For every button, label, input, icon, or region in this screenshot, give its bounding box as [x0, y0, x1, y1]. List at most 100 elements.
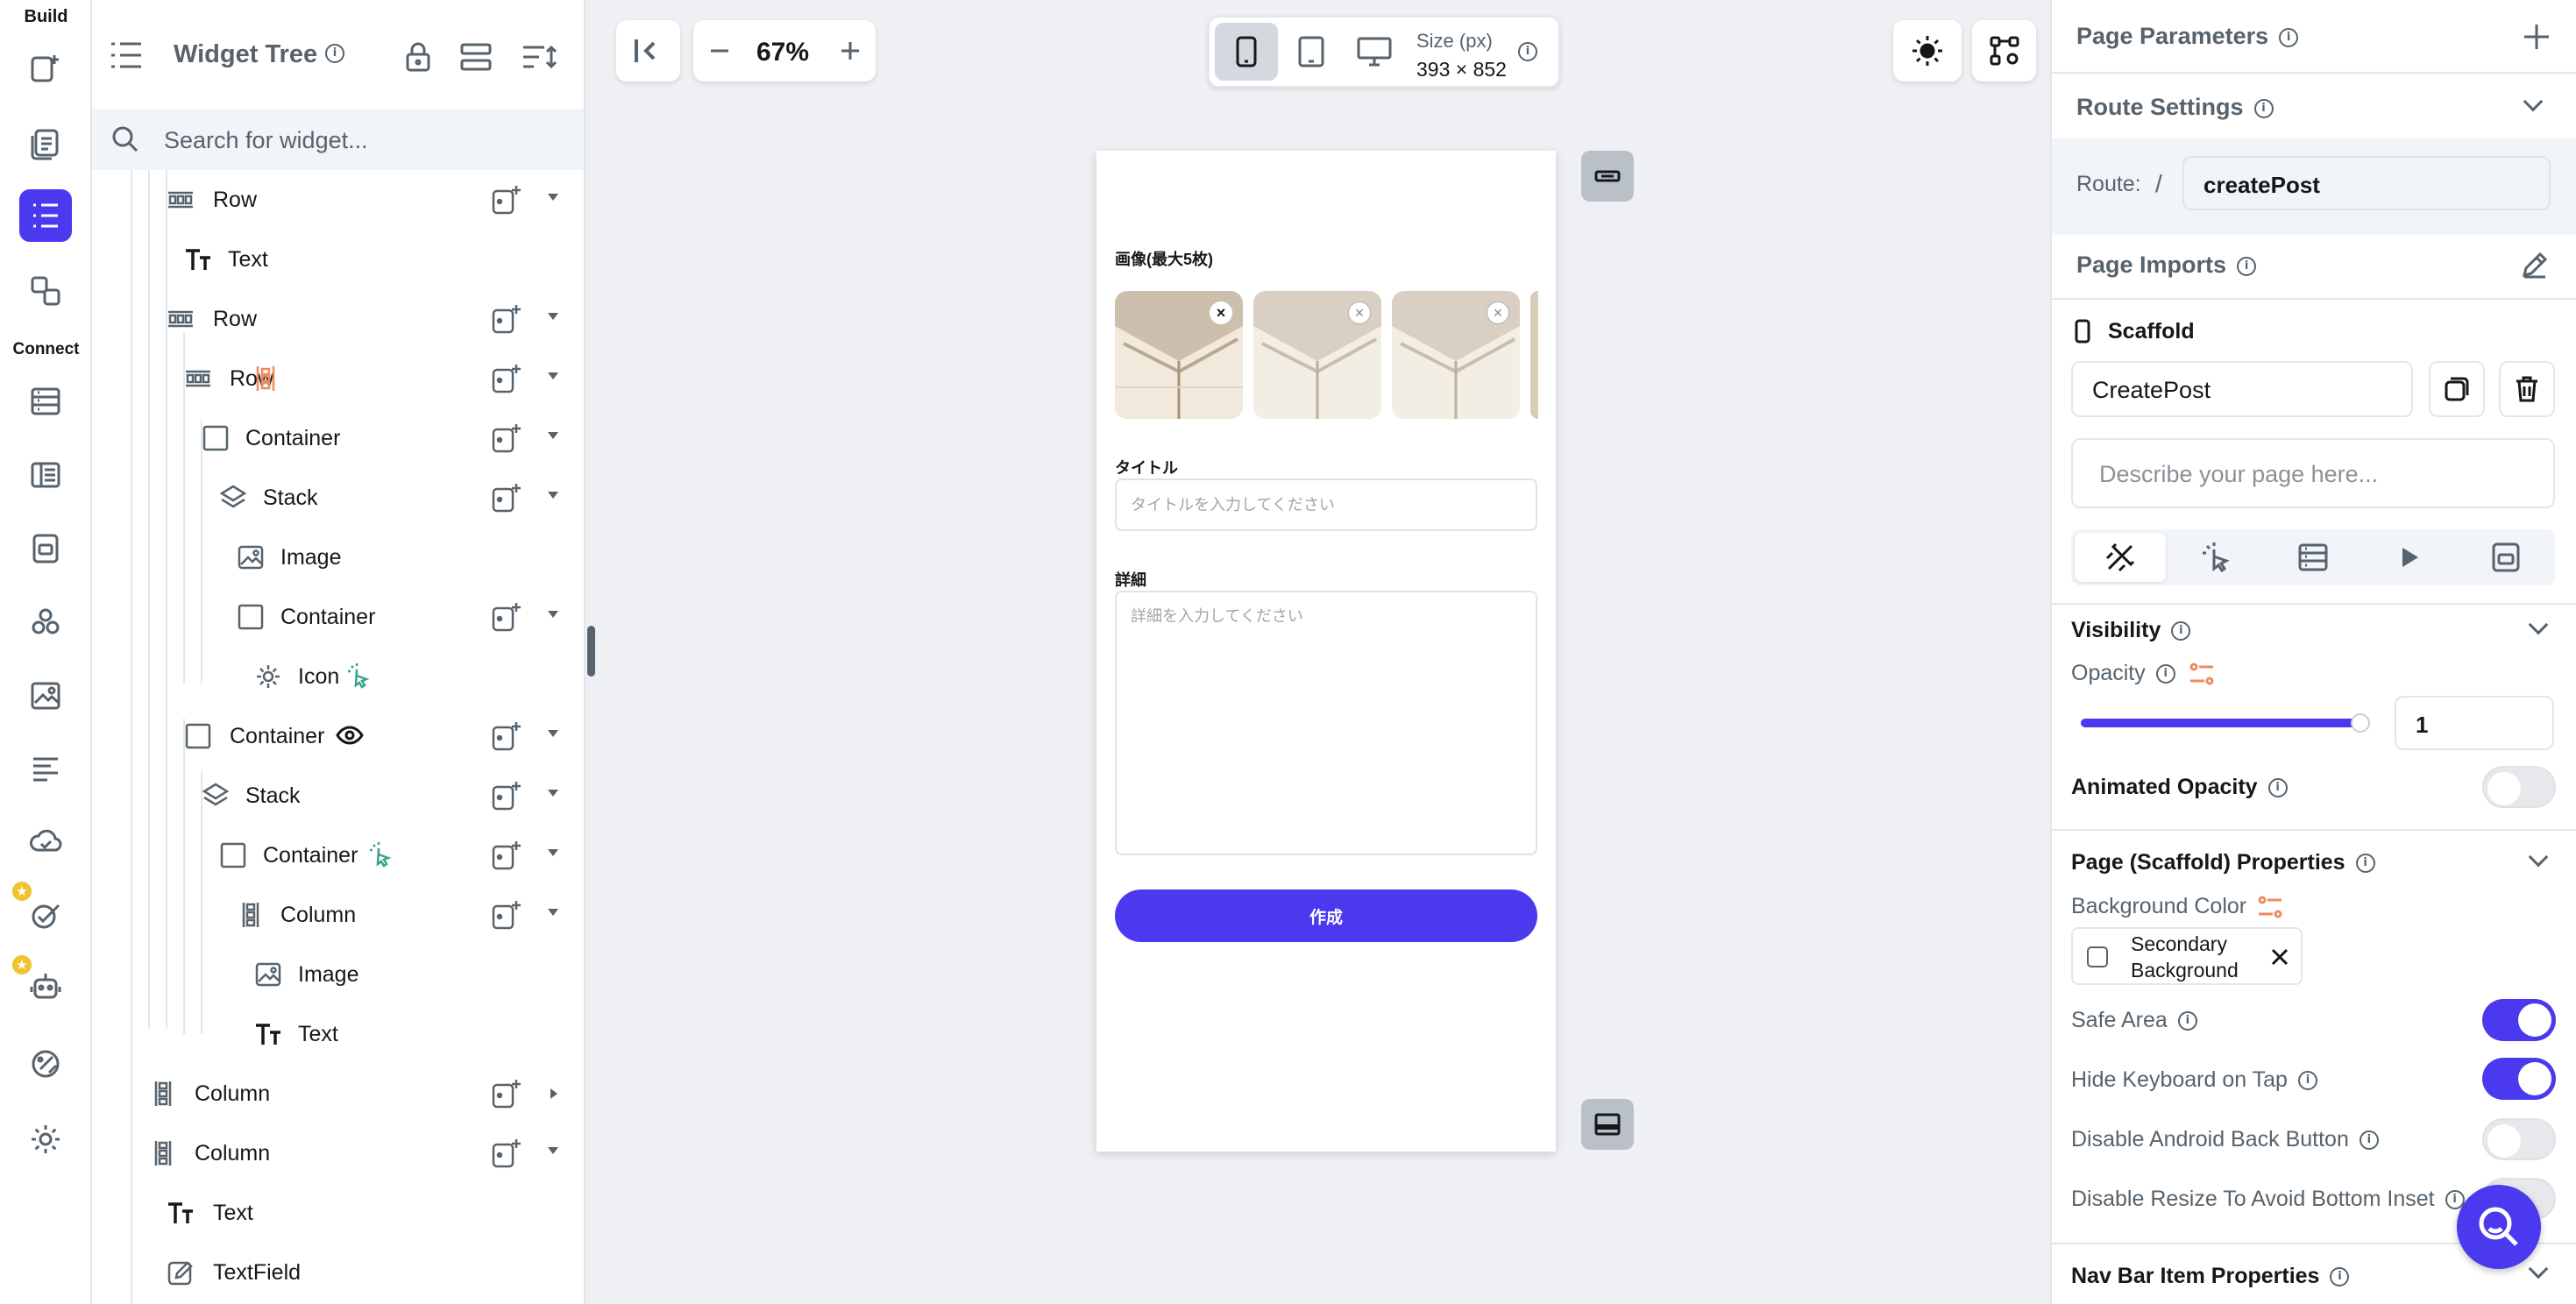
- collapse-caret-icon[interactable]: [548, 432, 558, 439]
- tree-row-stack[interactable]: Stack: [92, 768, 584, 824]
- opacity-slider-handle[interactable]: [2351, 713, 2370, 733]
- add-page-icon[interactable]: [19, 42, 72, 95]
- tree-row-image[interactable]: Image: [92, 946, 584, 1003]
- action-trigger-icon[interactable]: [368, 841, 394, 868]
- image-thumbnail[interactable]: ×: [1253, 291, 1381, 419]
- add-child-widget-icon[interactable]: [491, 422, 522, 454]
- zoom-out-icon[interactable]: [707, 39, 732, 63]
- tree-scrollbar[interactable]: [587, 626, 595, 677]
- info-icon[interactable]: i: [2279, 27, 2299, 47]
- tree-row-row[interactable]: Row: [92, 291, 584, 347]
- remove-image-icon[interactable]: ×: [1210, 301, 1232, 324]
- add-child-widget-icon[interactable]: [491, 720, 522, 752]
- app-bar-toggle-icon[interactable]: [1581, 151, 1634, 202]
- column-warning-icon[interactable]: [254, 365, 277, 393]
- nav-bar-toggle-icon[interactable]: [1581, 1099, 1634, 1150]
- collapse-panel-button[interactable]: [616, 20, 680, 82]
- settings-gear-icon[interactable]: [19, 1113, 72, 1166]
- tree-row-text[interactable]: Text: [92, 1185, 584, 1241]
- widget-search-bar[interactable]: Search for widget...: [92, 109, 584, 170]
- duplicate-page-button[interactable]: [2429, 361, 2485, 417]
- tree-row-column[interactable]: Column: [92, 887, 584, 943]
- tree-row-container[interactable]: Container: [92, 410, 584, 466]
- collapse-caret-icon[interactable]: [548, 909, 558, 916]
- page-name-input[interactable]: CreatePost: [2071, 361, 2413, 417]
- zoom-in-icon[interactable]: [838, 39, 862, 63]
- tab-animations[interactable]: [2364, 533, 2455, 582]
- info-icon[interactable]: i: [325, 44, 344, 63]
- desktop-device-button[interactable]: [1343, 23, 1406, 81]
- detail-input[interactable]: 詳細を入力してください: [1115, 591, 1537, 855]
- help-search-button[interactable]: [2457, 1185, 2541, 1269]
- collapse-caret-icon[interactable]: [548, 313, 558, 320]
- page-description-input[interactable]: Describe your page here...: [2071, 438, 2555, 508]
- theme-icon[interactable]: [19, 743, 72, 796]
- image-thumbnail[interactable]: ×: [1115, 291, 1243, 419]
- remove-image-icon[interactable]: ×: [1348, 301, 1371, 324]
- delete-page-button[interactable]: [2499, 361, 2555, 417]
- add-child-widget-icon[interactable]: [491, 184, 522, 216]
- add-child-widget-icon[interactable]: [491, 840, 522, 871]
- add-child-widget-icon[interactable]: [491, 1137, 522, 1169]
- disable-back-toggle[interactable]: [2482, 1118, 2556, 1160]
- add-parameter-icon[interactable]: [2523, 23, 2551, 51]
- info-icon[interactable]: i: [2155, 664, 2175, 684]
- collapse-caret-icon[interactable]: [548, 730, 558, 737]
- variable-binding-icon[interactable]: [2257, 895, 2283, 919]
- tree-row-icon[interactable]: Icon: [92, 648, 584, 705]
- collapse-caret-icon[interactable]: [548, 372, 558, 379]
- add-child-widget-icon[interactable]: [491, 899, 522, 931]
- image-thumbnail[interactable]: ×: [1392, 291, 1520, 419]
- background-color-picker[interactable]: Secondary Background: [2071, 927, 2303, 985]
- collapse-caret-icon[interactable]: [548, 1147, 558, 1154]
- animated-opacity-toggle[interactable]: [2482, 766, 2556, 808]
- title-input[interactable]: タイトルを入力してください: [1115, 478, 1537, 531]
- visibility-eye-icon[interactable]: [336, 722, 364, 748]
- info-icon[interactable]: i: [2237, 256, 2257, 276]
- media-icon[interactable]: [19, 670, 72, 722]
- sort-options-icon[interactable]: [522, 44, 558, 70]
- add-child-widget-icon[interactable]: [491, 780, 522, 811]
- add-child-widget-icon[interactable]: [491, 303, 522, 335]
- tree-row-stack[interactable]: Stack: [92, 470, 584, 526]
- edit-pencil-icon[interactable]: [2521, 251, 2549, 279]
- tab-properties[interactable]: [2075, 533, 2166, 582]
- light-mode-button[interactable]: [1893, 20, 1962, 82]
- info-icon[interactable]: i: [2359, 1130, 2379, 1151]
- tree-row-textfield[interactable]: TextField: [92, 1244, 584, 1300]
- assets-icon[interactable]: [19, 522, 72, 575]
- tab-backend-query[interactable]: [2267, 533, 2359, 582]
- tablet-device-button[interactable]: [1280, 23, 1343, 81]
- clear-color-icon[interactable]: [2271, 948, 2289, 966]
- collapse-caret-icon[interactable]: [548, 492, 558, 499]
- widget-tree-icon[interactable]: [19, 189, 72, 242]
- collapse-caret-icon[interactable]: [548, 611, 558, 618]
- remove-image-icon[interactable]: ×: [1487, 301, 1509, 324]
- expand-caret-icon[interactable]: [550, 1088, 557, 1099]
- info-icon[interactable]: i: [2330, 1267, 2350, 1287]
- lock-icon[interactable]: [405, 42, 431, 72]
- tree-row-container[interactable]: Container: [92, 589, 584, 645]
- add-child-widget-icon[interactable]: [491, 482, 522, 514]
- tree-row-image[interactable]: Image: [92, 529, 584, 585]
- add-child-widget-icon[interactable]: [491, 363, 522, 394]
- tree-row-column[interactable]: Column: [92, 1066, 584, 1122]
- collapse-all-icon[interactable]: [460, 42, 492, 72]
- tree-row-container[interactable]: Container: [92, 708, 584, 764]
- info-icon[interactable]: i: [2253, 98, 2274, 118]
- collapse-caret-icon[interactable]: [548, 194, 558, 201]
- database-icon[interactable]: [19, 375, 72, 428]
- create-button[interactable]: 作成: [1115, 889, 1537, 942]
- variable-binding-icon[interactable]: [2189, 662, 2215, 686]
- info-icon[interactable]: i: [2355, 854, 2375, 874]
- tree-row-row[interactable]: Row: [92, 172, 584, 228]
- add-child-widget-icon[interactable]: [491, 1078, 522, 1109]
- tree-row-text[interactable]: Text: [92, 231, 584, 287]
- pages-icon[interactable]: [19, 117, 72, 170]
- info-icon[interactable]: i: [1518, 42, 1537, 61]
- tab-actions[interactable]: [2171, 533, 2262, 582]
- info-icon[interactable]: i: [2177, 1011, 2197, 1031]
- integrations-icon[interactable]: [19, 596, 72, 648]
- tab-page-state[interactable]: [2460, 533, 2551, 582]
- app-state-icon[interactable]: [19, 449, 72, 501]
